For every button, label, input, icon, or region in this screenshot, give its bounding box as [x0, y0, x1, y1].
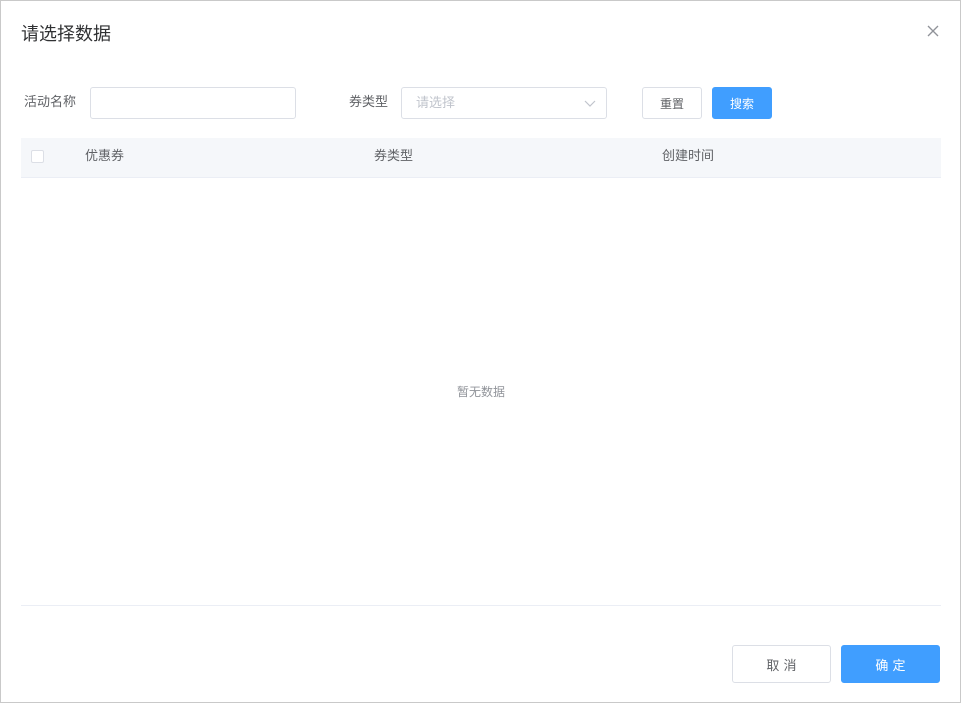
activity-name-input[interactable]	[90, 87, 296, 119]
coupon-type-select[interactable]	[401, 87, 607, 119]
chevron-down-icon	[582, 95, 598, 111]
column-header-created-time: 创建时间	[662, 149, 715, 164]
cancel-button[interactable]: 取 消	[732, 645, 831, 683]
dialog-title: 请选择数据	[21, 24, 111, 45]
search-button[interactable]: 搜索	[712, 87, 772, 119]
activity-name-label: 活动名称	[24, 95, 77, 110]
select-data-dialog: 请选择数据 活动名称 券类型 重置 搜索 优惠券 券类型 创建时间 暂无数据 取…	[0, 0, 961, 703]
confirm-button[interactable]: 确 定	[841, 645, 940, 683]
select-all-checkbox[interactable]	[31, 150, 44, 163]
empty-state-text: 暂无数据	[456, 385, 505, 399]
coupon-type-label: 券类型	[349, 95, 389, 110]
column-header-coupon-type: 券类型	[374, 149, 414, 164]
table-header: 优惠券 券类型 创建时间	[21, 138, 941, 178]
reset-button[interactable]: 重置	[642, 87, 702, 119]
close-icon[interactable]	[923, 21, 943, 41]
column-header-coupon: 优惠券	[85, 149, 125, 164]
table-divider	[21, 605, 941, 606]
